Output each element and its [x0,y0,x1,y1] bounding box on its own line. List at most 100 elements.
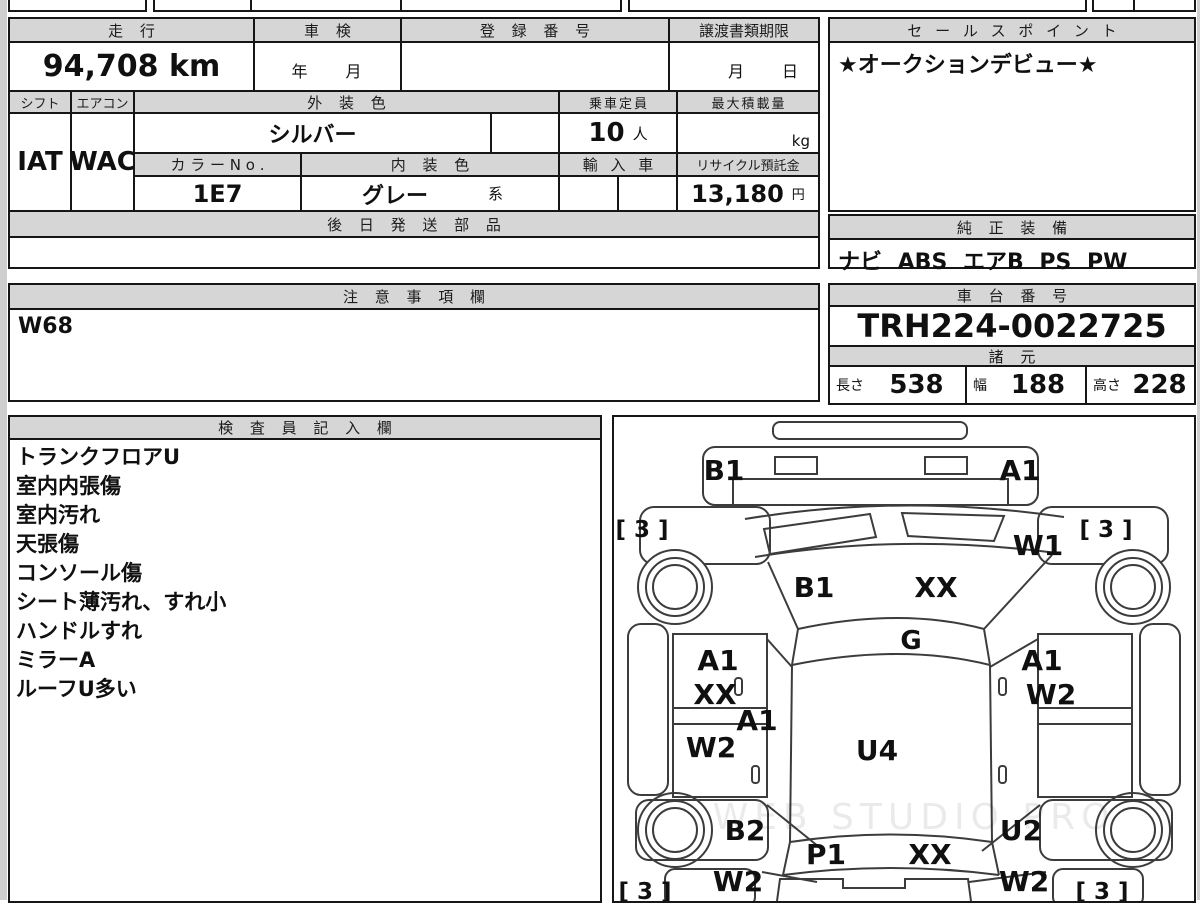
damage-code: A1 [736,704,777,737]
damage-code: [ 3 ] [1079,517,1132,543]
later-parts-value [8,236,820,269]
damage-code: XX [908,838,952,871]
shaken-value: 年 月 [253,41,402,92]
damage-code: XX [693,678,737,711]
inspector-line: トランクフロアU [16,445,181,469]
spec-width-value: 188 [1010,370,1066,400]
interior-color-header: 内 装 色 [300,152,560,177]
chassis-no-header: 車 台 番 号 [828,283,1196,307]
top-partial-cell [1133,0,1196,12]
damage-code: [ 3 ] [1075,879,1128,901]
damage-code: W1 [1013,529,1063,562]
rear-bumper [776,878,972,902]
shift-header: シフト [8,90,72,114]
damage-code: B1 [794,571,835,604]
page-left-edge [0,0,7,900]
damage-code: B1 [704,454,745,487]
transfer-docs-header: 譲渡書類期限 [668,17,820,43]
shaken-header: 車 検 [253,17,402,43]
recycle-fee-number: 13,180 [691,179,784,208]
spec-height: 高さ 228 [1085,365,1196,405]
inspector-line: 天張傷 [16,532,79,556]
recycle-fee-value: 13,180 円 [676,175,820,212]
damage-code: W2 [686,731,736,764]
damage-code: XX [914,571,958,604]
capacity-value: 10 人 [558,112,678,154]
spec-header: 諸 元 [828,345,1196,367]
import-header: 輸 入 車 [558,152,678,177]
exterior-color-header: 外 装 色 [133,90,560,114]
spec-width: 幅 188 [965,365,1087,405]
inspector-line: ハンドルすれ [16,619,142,643]
damage-code: [ 3 ] [618,879,671,901]
front-top-strip [772,421,968,440]
exterior-color-value: シルバー [133,112,492,154]
registration-value [400,41,670,92]
chassis-no-value: TRH224-0022725 [828,305,1196,347]
headlight-left [774,456,818,475]
sill-left [627,623,669,796]
door-handle [998,677,1007,696]
mileage-value: 94,708 km [8,41,255,92]
mileage-header: 走 行 [8,17,255,43]
capacity-header: 乗車定員 [558,90,678,114]
damage-code: B2 [725,814,766,847]
inspector-line: コンソール傷 [16,561,142,585]
front-bumper-step [732,478,1009,505]
damage-code: W2 [1026,678,1076,711]
top-partial-cell [153,0,252,12]
wiper-right [900,511,1006,543]
spec-height-value: 228 [1132,370,1187,400]
door-handle [751,765,760,784]
interior-color-value: グレー 系 [300,175,560,212]
equipment-value: ナビ ABS エアB PS PW [828,238,1196,275]
auction-sheet: { "colors": { "header_bg": "#d6d6d6", "b… [0,0,1200,905]
top-partial-cell [1092,0,1135,12]
capacity-unit: 人 [632,124,648,143]
damage-code: U2 [1000,814,1042,847]
damage-code: A1 [697,644,738,677]
top-partial-cell [250,0,402,12]
damage-diagram: WEB STUDIO PRO B1 A1[ 3 ] W1[ 3 ] B1 XX G A1 XX… [612,415,1196,905]
aircon-value: WAC [69,112,136,212]
import-value-cell [558,175,619,212]
equipment-header: 純 正 装 備 [828,214,1196,240]
registration-header: 登 録 番 号 [400,17,670,43]
front-bumper [702,446,1039,506]
car-top-view-svg: WEB STUDIO PRO B1 A1[ 3 ] W1[ 3 ]B1 XXGA1XX… [615,421,1181,905]
capacity-number: 10 [588,118,625,148]
interior-color-name: グレー [361,183,428,209]
inspector-line: ミラーA [16,648,96,672]
caution-value: W68 [8,308,820,402]
shift-value: IAT [8,112,72,212]
headlight-right [924,456,968,475]
color-no-header: カ ラ ー N o . [133,152,302,177]
transfer-docs-value: 月 日 [668,41,820,92]
spec-length-value: 538 [889,370,944,400]
inspector-line: 室内汚れ [16,503,100,527]
cowl-arc-bottom [754,542,1058,558]
door-handle [998,765,1007,784]
import-value-cell [617,175,678,212]
windshield-bottom [791,653,991,666]
damage-code: U4 [856,734,898,767]
sill-right [1139,623,1181,796]
spec-width-label: 幅 [973,378,987,394]
spec-length: 長さ 538 [828,365,967,405]
spec-height-label: 高さ [1093,378,1121,394]
damage-code: [ 3 ] [615,517,668,543]
top-partial-cell [8,0,147,12]
damage-code: G [900,626,921,656]
inspector-line: 室内内張傷 [16,474,121,498]
inspector-line: シート薄汚れ、すれ小 [16,590,227,614]
recycle-fee-unit: 円 [791,188,805,203]
cab-side-right [983,554,1053,630]
inspector-line: ルーフU多い [16,677,137,701]
damage-code: A1 [1021,644,1062,677]
watermark: WEB STUDIO PRO [713,797,1116,838]
spec-length-label: 長さ [836,378,864,394]
damage-code: P1 [806,838,846,871]
inspector-header: 検 査 員 記 入 欄 [8,415,602,440]
color-no-value: 1E7 [133,175,302,212]
inspector-lines: トランクフロアU 室内内張傷室内汚れ天張傷コンソール傷シート薄汚れ、すれ小 ハンドル… [8,438,602,903]
